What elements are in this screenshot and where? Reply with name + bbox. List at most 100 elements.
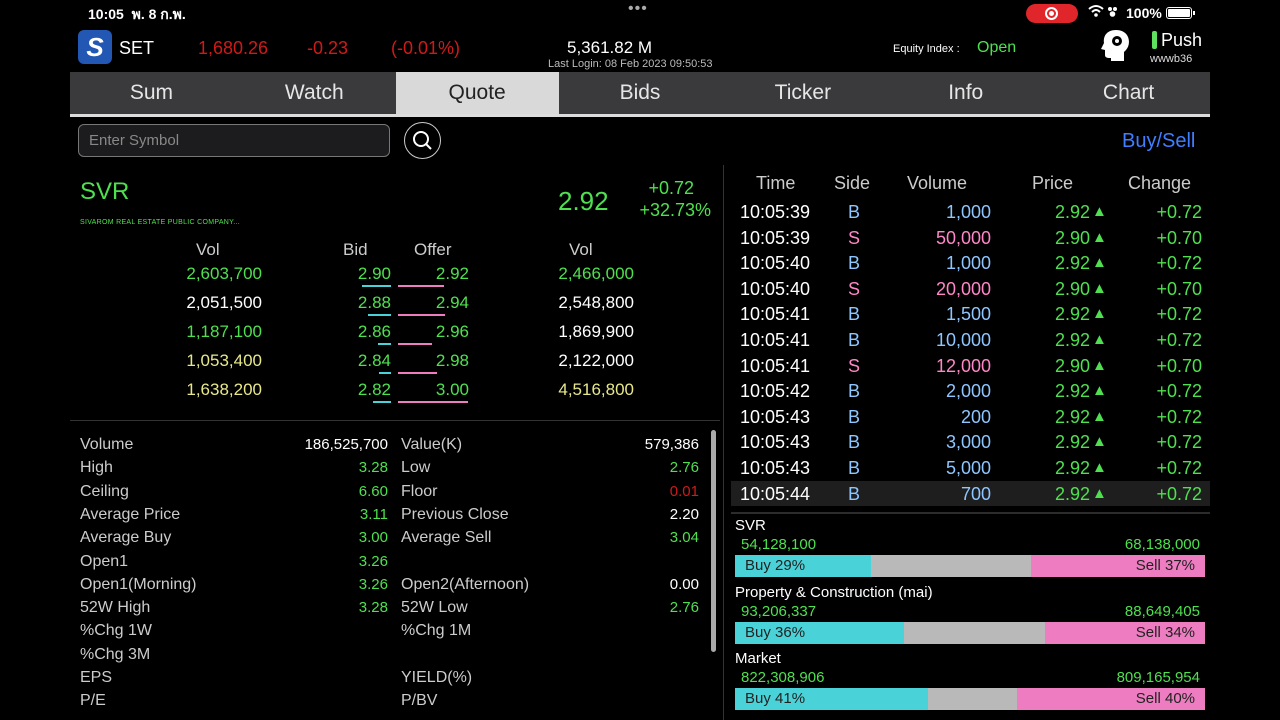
ticker-change: +0.72 [1156, 432, 1202, 453]
stat-label: Open2(Afternoon) [401, 575, 530, 593]
stat-label: Open1(Morning) [80, 575, 197, 593]
battery-percent: 100% [1126, 5, 1162, 21]
offer-header: Offer [414, 240, 452, 259]
push-button[interactable]: Push [1161, 30, 1202, 51]
ticker-time: 10:05:42 [740, 381, 811, 402]
buy-percent-label: Buy 29% [745, 557, 806, 574]
up-arrow-icon: ▲ [1092, 279, 1107, 297]
tab-quote[interactable]: Quote [395, 72, 559, 114]
stat-label: Average Sell [401, 529, 492, 547]
up-arrow-icon: ▲ [1092, 433, 1107, 451]
sell-percent-label: Sell 40% [1135, 690, 1195, 707]
ticker-change: +0.72 [1156, 381, 1202, 402]
screen-record-icon[interactable] [1026, 4, 1078, 23]
market-index: 1,680.26 [198, 38, 269, 58]
app-logo[interactable]: S [78, 30, 112, 64]
brain-head-icon[interactable] [1100, 28, 1132, 62]
buy-value: 93,206,337 [741, 602, 817, 620]
ticker-price: 2.92 [1054, 202, 1090, 222]
bid-price[interactable]: 2.88 [340, 293, 391, 313]
bid-volume: 1,053,400 [186, 351, 262, 370]
tab-info[interactable]: Info [884, 72, 1047, 114]
up-arrow-icon: ▲ [1092, 407, 1107, 425]
offer-price[interactable]: 2.94 [420, 293, 469, 313]
ticker-volume: 10,000 [935, 330, 991, 350]
ticker-time: 10:05:40 [740, 278, 811, 299]
equity-index-label: Equity Index : [893, 43, 960, 55]
ticker-side: B [848, 406, 861, 427]
ticker-side: B [848, 381, 861, 402]
up-arrow-icon: ▲ [1092, 382, 1107, 400]
offer-price[interactable]: 2.96 [420, 322, 469, 342]
offer-price[interactable]: 2.98 [420, 351, 469, 371]
ticker-price: 2.92 [1054, 253, 1090, 274]
ticker-price: 2.92 [1054, 406, 1090, 427]
market-name: SET [119, 38, 155, 58]
offer-volume: 2,466,000 [558, 264, 634, 283]
ticker-change: +0.72 [1156, 483, 1202, 504]
offer-depth-bar [398, 372, 437, 374]
ticker-change: +0.72 [1156, 253, 1202, 274]
ticker-volume: 2,000 [945, 381, 991, 402]
sell-value: 68,138,000 [1124, 536, 1200, 553]
ticker-volume: 3,000 [945, 432, 991, 453]
ticker-time: 10:05:41 [740, 355, 811, 376]
ticker-price: 2.90 [1054, 227, 1090, 248]
ticker-time: 10:05:40 [740, 253, 811, 274]
stat-value: 6.60 [358, 482, 388, 500]
main-tabs: Sum Watch Quote Bids Ticker Info Chart [70, 72, 1210, 114]
ticker-time: 10:05:43 [740, 406, 811, 427]
stat-value: 3.28 [358, 599, 388, 617]
panel-divider [723, 165, 724, 720]
offer-depth-bar [398, 343, 432, 345]
ticker-volume: 5,000 [945, 458, 991, 478]
sell-percent-label: Sell 34% [1135, 623, 1195, 641]
ticker-side: B [848, 458, 861, 478]
bid-price[interactable]: 2.82 [340, 380, 391, 400]
ticker-time: 10:05:44 [740, 483, 811, 504]
tab-bids[interactable]: Bids [559, 72, 722, 114]
distribution-title: SVR [735, 517, 766, 534]
offer-price[interactable]: 3.00 [420, 380, 469, 400]
offer-depth-bar [398, 401, 468, 403]
symbol-search-input[interactable] [78, 124, 390, 157]
stats-scrollbar[interactable] [711, 430, 716, 652]
ticker-volume: 1,000 [945, 253, 991, 274]
ticker-change: +0.72 [1156, 458, 1202, 478]
sell-value: 88,649,405 [1124, 602, 1200, 620]
sell-percent-label: Sell 37% [1135, 557, 1195, 574]
status-date: พ. 8 ก.พ. [131, 6, 186, 22]
buy-percent-label: Buy 41% [745, 690, 806, 707]
stat-value: 0.00 [669, 575, 699, 593]
ticker-change: +0.72 [1156, 330, 1202, 350]
search-icon[interactable] [404, 122, 441, 159]
market-value: 5,361.82 M [567, 38, 653, 57]
stat-label: Previous Close [401, 505, 509, 523]
ticker-time: 10:05:41 [740, 330, 811, 350]
stat-value: 579,386 [644, 436, 699, 453]
section-divider [70, 420, 720, 421]
ticker-change-header: Change [1128, 173, 1192, 193]
status-time: 10:05 พ. 8 ก.พ. [88, 6, 186, 22]
ticker-time: 10:05:39 [740, 227, 811, 248]
tab-ticker[interactable]: Ticker [721, 72, 884, 114]
buy-sell-link[interactable]: Buy/Sell [1122, 130, 1195, 153]
ticker-change: +0.70 [1156, 278, 1202, 299]
bid-price[interactable]: 2.86 [340, 322, 391, 342]
up-arrow-icon: ▲ [1092, 203, 1107, 220]
stat-label: P/BV [401, 692, 438, 710]
multitasking-dots-icon[interactable]: ••• [628, 0, 648, 18]
tab-chart[interactable]: Chart [1047, 72, 1210, 114]
tab-watch[interactable]: Watch [233, 72, 396, 114]
tab-sum[interactable]: Sum [70, 72, 233, 114]
buy-sell-bar: Buy 29% Sell 37% [735, 555, 1205, 577]
ticker-time-header: Time [756, 173, 796, 193]
bid-price[interactable]: 2.84 [340, 351, 391, 371]
offer-volume: 2,548,800 [558, 293, 634, 312]
ticker-side: B [848, 253, 861, 274]
bid-price[interactable]: 2.90 [340, 264, 391, 284]
offer-price[interactable]: 2.92 [420, 264, 469, 284]
ticker-side: B [848, 330, 861, 350]
buy-sell-bar: Buy 41% Sell 40% [735, 688, 1205, 710]
bid-volume: 1,187,100 [186, 322, 262, 341]
